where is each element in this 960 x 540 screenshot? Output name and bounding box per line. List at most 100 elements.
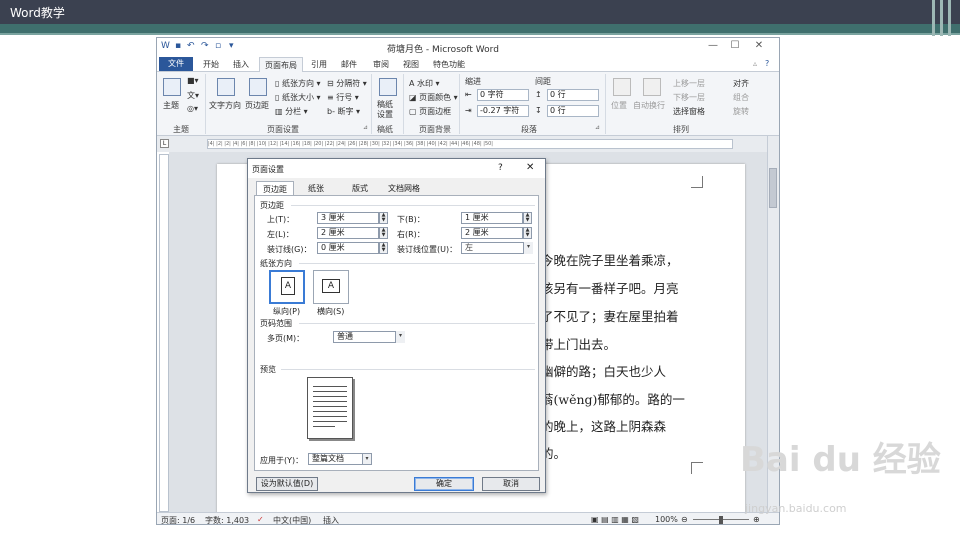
left-indent-input[interactable]: 0 字符 — [477, 89, 529, 101]
save-icon[interactable]: ▪ — [175, 41, 181, 51]
orientation-button[interactable]: ▯ 纸张方向 ▾ — [275, 78, 321, 89]
draft-settings-button[interactable]: 稿纸设置 — [377, 100, 399, 120]
dialog-help-icon[interactable]: ? — [498, 163, 503, 173]
status-words[interactable]: 字数: 1,403 — [205, 515, 249, 524]
maximize-icon[interactable]: ☐ — [725, 40, 745, 54]
position-button[interactable]: 位置 — [611, 100, 627, 111]
zoom-in-icon[interactable]: ⊕ — [753, 515, 760, 524]
draft-settings-icon[interactable] — [379, 78, 397, 96]
gutter-position-label: 装订线位置(U)： — [397, 245, 458, 254]
ok-button[interactable]: 确定 — [414, 477, 474, 491]
status-page[interactable]: 页面: 1/6 — [161, 515, 195, 524]
portrait-option[interactable]: A — [269, 270, 305, 304]
baidu-watermark: Bai du 经验 — [740, 440, 941, 480]
hyphenation-button[interactable]: b‑ 断字 ▾ — [327, 106, 360, 117]
tab-view[interactable]: 视图 — [403, 59, 419, 70]
collapse-ribbon-icon[interactable]: ▵ — [753, 59, 757, 68]
left-margin-input[interactable]: 2 厘米 — [317, 227, 379, 239]
page-borders-button[interactable]: ▢ 页面边框 — [409, 106, 451, 117]
cancel-button[interactable]: 取消 — [482, 477, 540, 491]
tab-insert[interactable]: 插入 — [233, 59, 249, 70]
redo-icon[interactable]: ↷ — [201, 41, 209, 51]
close-icon[interactable]: ✕ — [749, 40, 769, 54]
scrollbar-thumb[interactable] — [769, 168, 777, 208]
themes-button[interactable]: 主题 — [163, 100, 179, 111]
bottom-margin-input[interactable]: 1 厘米 — [461, 212, 523, 224]
top-margin-input[interactable]: 3 厘米 — [317, 212, 379, 224]
margins-button[interactable]: 页边距 — [245, 100, 269, 111]
margins-icon[interactable] — [249, 78, 267, 96]
gutter-input[interactable]: 0 厘米 — [317, 242, 379, 254]
theme-fonts-icon[interactable]: 文▾ — [187, 90, 199, 101]
status-zoom[interactable]: 100% — [655, 515, 678, 524]
tab-file[interactable]: 文件 — [159, 57, 193, 71]
gutter-position-dropdown-icon[interactable]: ▾ — [523, 242, 533, 254]
bottom-margin-spinner[interactable]: ▲ ▼ — [523, 212, 532, 224]
tab-special[interactable]: 特色功能 — [433, 59, 465, 70]
align-button[interactable]: 对齐 — [733, 78, 749, 89]
status-mode[interactable]: 插入 — [323, 515, 339, 524]
tab-page-layout[interactable]: 页面布局 — [259, 57, 303, 73]
customize-qat-icon[interactable]: ▾ — [229, 41, 234, 51]
portrait-label[interactable]: 纵向(P) — [273, 306, 300, 317]
space-after-input[interactable]: 0 行 — [547, 105, 599, 117]
dialog-tab-layout[interactable]: 版式 — [346, 181, 374, 195]
space-before-input[interactable]: 0 行 — [547, 89, 599, 101]
left-margin-label: 左(L)： — [267, 230, 294, 239]
selection-pane-button[interactable]: 选择窗格 — [673, 106, 705, 117]
watermark-button[interactable]: A 水印 ▾ — [409, 78, 440, 89]
horizontal-ruler[interactable]: |4| |2| |2| |4| |6| |8| |10| |12| |14| |… — [207, 139, 733, 149]
tab-home[interactable]: 开始 — [203, 59, 219, 70]
dialog-tab-margins[interactable]: 页边距 — [256, 181, 294, 195]
tab-mailings[interactable]: 邮件 — [341, 59, 357, 70]
wrap-text-button[interactable]: 自动换行 — [633, 100, 665, 111]
page-setup-launcher-icon[interactable]: ⊿ — [363, 124, 368, 131]
page-color-button[interactable]: ◪ 页面颜色 ▾ — [409, 92, 458, 103]
dialog-tab-paper[interactable]: 纸张 — [302, 181, 330, 195]
dialog-tab-doc-grid[interactable]: 文档网格 — [382, 181, 426, 195]
line-numbers-button[interactable]: ≡ 行号 ▾ — [327, 92, 359, 103]
landscape-option[interactable]: A — [313, 270, 349, 304]
zoom-out-icon[interactable]: ⊖ — [681, 515, 688, 524]
breaks-button[interactable]: ⊟ 分隔符 ▾ — [327, 78, 367, 89]
tab-review[interactable]: 审阅 — [373, 59, 389, 70]
dialog-close-icon[interactable]: ✕ — [526, 162, 534, 173]
minimize-icon[interactable]: — — [703, 40, 723, 54]
view-buttons[interactable]: ▣ ▤ ▥ ▦ ▧ — [591, 515, 639, 524]
multiple-pages-dropdown-icon[interactable]: ▾ — [395, 331, 405, 343]
landscape-label[interactable]: 横向(S) — [317, 306, 344, 317]
tab-stop-selector-icon[interactable]: L — [160, 139, 169, 148]
wrap-text-icon[interactable] — [643, 78, 661, 96]
rotate-button[interactable]: 旋转 — [733, 106, 749, 117]
tab-references[interactable]: 引用 — [311, 59, 327, 70]
undo-icon[interactable]: ↶ — [187, 41, 195, 51]
gutter-spinner[interactable]: ▲ ▼ — [379, 242, 388, 254]
vertical-ruler[interactable] — [159, 154, 169, 512]
status-language[interactable]: 中文(中国) — [273, 515, 311, 524]
columns-button[interactable]: ▥ 分栏 ▾ — [275, 106, 308, 117]
size-button[interactable]: ▯ 纸张大小 ▾ — [275, 92, 321, 103]
themes-icon[interactable] — [163, 78, 181, 96]
proofing-icon[interactable]: ✓ — [257, 515, 264, 524]
text-direction-icon[interactable] — [217, 78, 235, 96]
right-margin-input[interactable]: 2 厘米 — [461, 227, 523, 239]
top-margin-spinner[interactable]: ▲ ▼ — [379, 212, 388, 224]
left-margin-spinner[interactable]: ▲ ▼ — [379, 227, 388, 239]
bring-forward-button[interactable]: 上移一层 — [673, 78, 705, 89]
slide-header-bar — [0, 0, 960, 24]
right-indent-input[interactable]: -0.27 字符 — [477, 105, 529, 117]
new-doc-icon[interactable]: ▫ — [215, 41, 221, 51]
text-direction-button[interactable]: 文字方向 — [209, 100, 241, 111]
position-icon[interactable] — [613, 78, 631, 96]
zoom-slider-thumb[interactable] — [719, 516, 723, 524]
help-icon[interactable]: ? — [765, 59, 769, 68]
right-margin-spinner[interactable]: ▲ ▼ — [523, 227, 532, 239]
send-backward-button[interactable]: 下移一层 — [673, 92, 705, 103]
doc-line: 该另有一番样子吧。月亮 — [541, 281, 679, 296]
set-default-button[interactable]: 设为默认值(D) — [256, 477, 318, 491]
theme-colors-icon[interactable]: ■▾ — [187, 76, 199, 85]
theme-effects-icon[interactable]: ◎▾ — [187, 104, 198, 113]
paragraph-launcher-icon[interactable]: ⊿ — [595, 124, 600, 131]
apply-to-dropdown-icon[interactable]: ▾ — [362, 453, 372, 465]
group-button[interactable]: 组合 — [733, 92, 749, 103]
